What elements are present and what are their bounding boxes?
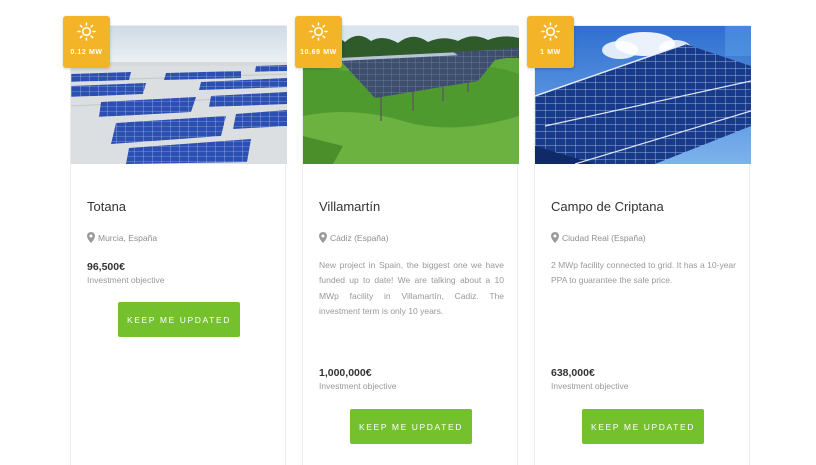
sun-icon bbox=[309, 22, 328, 41]
project-card-totana: 0.12 MW Totana Murcia, España 96,500€ In… bbox=[63, 16, 287, 465]
keep-me-updated-button[interactable]: KEEP ME UPDATED bbox=[582, 409, 704, 444]
project-title[interactable]: Villamartín bbox=[319, 199, 380, 214]
sun-icon bbox=[541, 22, 560, 41]
project-description: 2 MWp facility connected to grid. It has… bbox=[551, 260, 736, 286]
keep-me-updated-button[interactable]: KEEP ME UPDATED bbox=[118, 302, 240, 337]
investment-amount: 96,500€ bbox=[87, 261, 125, 273]
map-pin-icon bbox=[551, 232, 559, 243]
power-badge: 10.69 MW bbox=[295, 16, 342, 68]
project-description: New project in Spain, the biggest one we… bbox=[319, 260, 504, 316]
sun-icon bbox=[77, 22, 96, 41]
power-value: 10.69 MW bbox=[300, 49, 337, 56]
map-pin-icon bbox=[87, 232, 95, 243]
power-value: 0.12 MW bbox=[70, 49, 103, 56]
project-card-campo-de-criptana: 1 MW Campo de Criptana Ciudad Real (Espa… bbox=[527, 16, 751, 465]
project-location: Ciudad Real (España) bbox=[551, 232, 646, 243]
location-text: Cádiz (España) bbox=[330, 232, 389, 243]
project-title[interactable]: Campo de Criptana bbox=[551, 199, 664, 214]
project-location: Murcia, España bbox=[87, 232, 157, 243]
investment-label: Investment objective bbox=[551, 381, 629, 391]
power-badge: 1 MW bbox=[527, 16, 574, 68]
project-location: Cádiz (España) bbox=[319, 232, 389, 243]
map-pin-icon bbox=[319, 232, 327, 243]
power-value: 1 MW bbox=[540, 49, 561, 56]
project-card-villamartin: 10.69 MW Villamartín Cádiz (España) New … bbox=[295, 16, 519, 465]
investment-amount: 638,000€ bbox=[551, 367, 595, 379]
project-title[interactable]: Totana bbox=[87, 199, 126, 214]
investment-label: Investment objective bbox=[87, 275, 165, 285]
power-badge: 0.12 MW bbox=[63, 16, 110, 68]
investment-label: Investment objective bbox=[319, 381, 397, 391]
investment-amount: 1,000,000€ bbox=[319, 367, 372, 379]
location-text: Murcia, España bbox=[98, 232, 158, 243]
keep-me-updated-button[interactable]: KEEP ME UPDATED bbox=[350, 409, 472, 444]
location-text: Ciudad Real (España) bbox=[562, 232, 646, 243]
